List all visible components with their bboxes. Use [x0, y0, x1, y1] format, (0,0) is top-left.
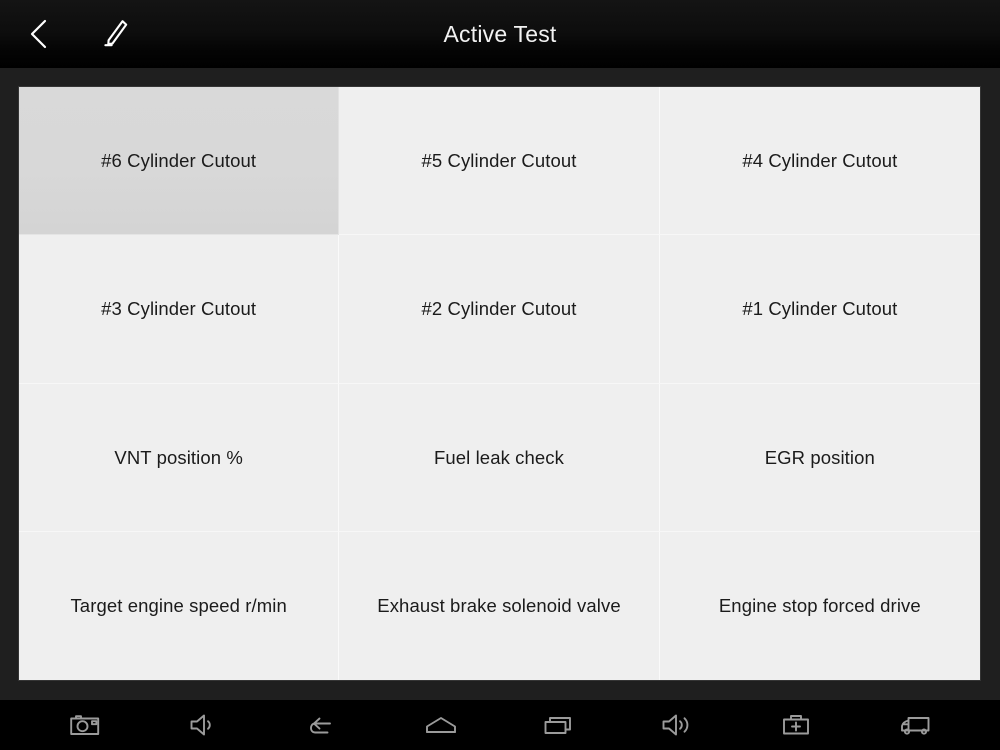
content-frame: #6 Cylinder Cutout #5 Cylinder Cutout #4…: [0, 68, 1000, 700]
test-item-label: EGR position: [764, 446, 875, 468]
title-bar: Active Test: [0, 0, 1000, 68]
test-item-cell[interactable]: #2 Cylinder Cutout: [339, 235, 660, 384]
test-item-cell[interactable]: #1 Cylinder Cutout: [659, 235, 980, 384]
test-item-label: #6 Cylinder Cutout: [101, 150, 257, 172]
title-bar-actions: [0, 13, 136, 55]
camera-icon[interactable]: [58, 703, 112, 747]
test-item-label: Fuel leak check: [433, 446, 565, 468]
test-item-cell[interactable]: VNT position %: [19, 383, 340, 532]
test-item-label: #5 Cylinder Cutout: [421, 150, 577, 172]
test-item-label: Engine stop forced drive: [718, 595, 921, 617]
recent-apps-icon[interactable]: [532, 703, 586, 747]
toolbox-icon[interactable]: [769, 703, 823, 747]
truck-icon[interactable]: [888, 703, 942, 747]
test-item-cell[interactable]: Fuel leak check: [339, 383, 660, 532]
back-arrow-icon[interactable]: [295, 703, 349, 747]
test-item-label: VNT position %: [114, 446, 243, 468]
test-item-label: #4 Cylinder Cutout: [742, 150, 898, 172]
active-test-grid: #6 Cylinder Cutout #5 Cylinder Cutout #4…: [19, 87, 980, 680]
test-item-cell[interactable]: #3 Cylinder Cutout: [19, 235, 340, 384]
system-navigation-bar: [0, 700, 1000, 750]
volume-up-icon[interactable]: [651, 703, 705, 747]
test-item-cell[interactable]: Exhaust brake solenoid valve: [339, 531, 660, 680]
volume-down-icon[interactable]: [177, 703, 231, 747]
test-item-cell[interactable]: #6 Cylinder Cutout: [19, 87, 340, 236]
test-item-cell[interactable]: #4 Cylinder Cutout: [659, 87, 980, 236]
test-item-label: #2 Cylinder Cutout: [421, 298, 577, 320]
test-item-label: Exhaust brake solenoid valve: [377, 595, 621, 617]
active-test-screen: Active Test #6 Cylinder Cutout #5 Cylind…: [0, 0, 1000, 750]
test-item-cell[interactable]: Engine stop forced drive: [659, 531, 980, 680]
page-title: Active Test: [443, 20, 557, 47]
test-item-cell[interactable]: Target engine speed r/min: [19, 531, 340, 680]
test-item-cell[interactable]: EGR position: [659, 383, 980, 532]
home-icon[interactable]: [414, 703, 468, 747]
edit-button[interactable]: [94, 13, 136, 55]
test-item-label: #3 Cylinder Cutout: [101, 298, 257, 320]
test-item-cell[interactable]: #5 Cylinder Cutout: [339, 87, 660, 236]
test-item-label: Target engine speed r/min: [70, 595, 287, 617]
back-button[interactable]: [18, 13, 60, 55]
test-item-label: #1 Cylinder Cutout: [742, 298, 898, 320]
